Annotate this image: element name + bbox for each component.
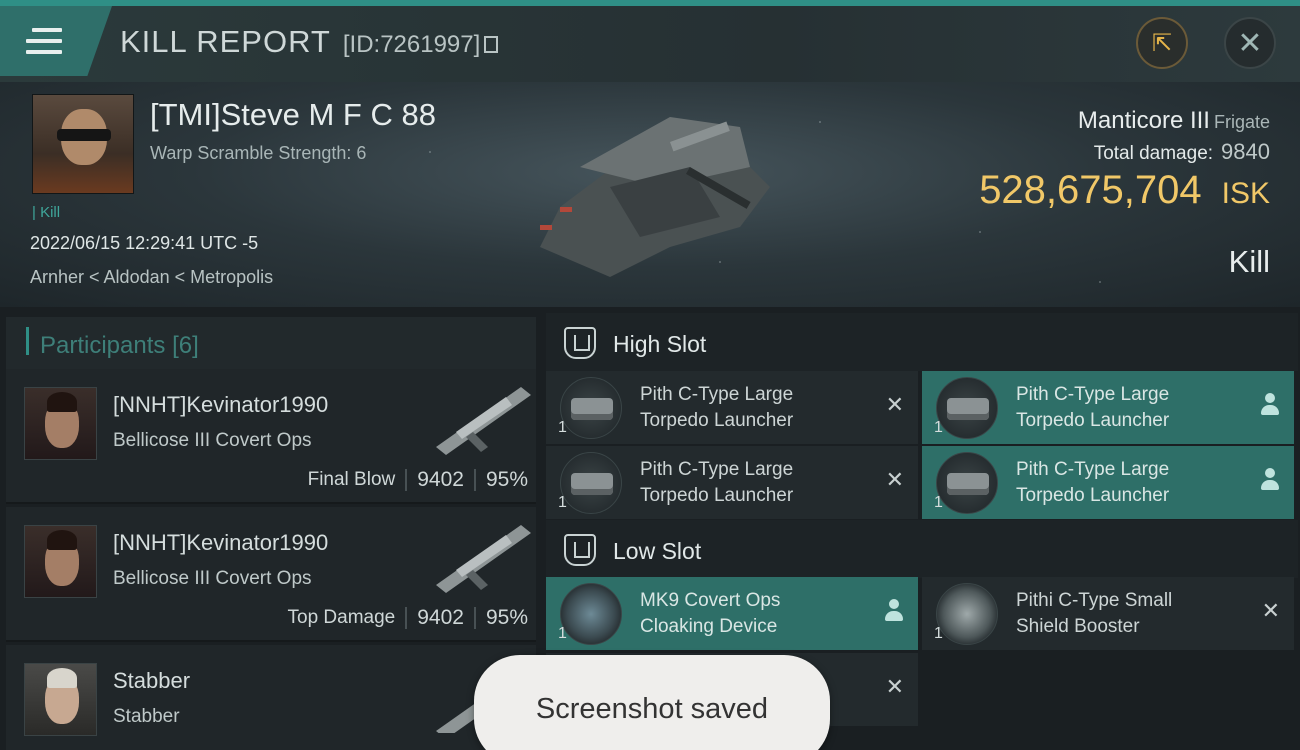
module-item[interactable]: 1 Pith C-Type Large Torpedo Launcher ✕ xyxy=(546,446,918,519)
module-quantity: 1 xyxy=(934,419,943,436)
toast-text: Screenshot saved xyxy=(535,693,769,725)
victim-name[interactable]: [TMI]Steve M F C 88 xyxy=(150,97,436,133)
participant-ship: Bellicose III Covert Ops xyxy=(113,568,312,589)
title-text: KILL REPORT xyxy=(120,24,331,59)
high-slot-label: High Slot xyxy=(613,331,707,357)
participant-card[interactable]: Stabber Stabber xyxy=(6,645,536,750)
header: KILL REPORT [ID:7261997] ⇱ ✕ xyxy=(0,6,1300,82)
ship-class: Frigate xyxy=(1213,112,1270,132)
participant-percent: 95% xyxy=(485,606,528,629)
module-item[interactable]: 1 Pith C-Type Large Torpedo Launcher ✕ xyxy=(546,371,918,444)
weapon-icon xyxy=(436,525,531,593)
module-name: Pithi C-Type Small Shield Booster xyxy=(1016,590,1173,637)
high-slot-icon xyxy=(564,327,596,359)
destroyed-icon: ✕ xyxy=(885,393,904,418)
module-quantity: 1 xyxy=(934,494,943,511)
toast-notification: Screenshot saved xyxy=(474,655,830,750)
participant-role: Final Blow xyxy=(307,469,396,490)
copy-icon[interactable] xyxy=(484,36,499,53)
victim-ship[interactable]: Manticore III Frigate xyxy=(1078,107,1270,135)
participants-title: Participants [6] xyxy=(40,332,199,359)
share-button[interactable]: ⇱ xyxy=(1136,17,1188,69)
participants-header[interactable]: Participants [6] xyxy=(6,317,536,369)
module-item[interactable]: 1 MK9 Covert Ops Cloaking Device xyxy=(546,577,918,650)
participant-damage: 9402 xyxy=(417,606,464,629)
low-slot-header: Low Slot xyxy=(546,520,1298,578)
close-button[interactable]: ✕ xyxy=(1224,17,1276,69)
participant-percent: 95% xyxy=(485,468,528,491)
warp-scramble-strength: Warp Scramble Strength: 6 xyxy=(150,143,367,163)
kill-location: Arnher < Aldodan < Metropolis xyxy=(30,267,274,287)
module-quantity: 1 xyxy=(558,625,567,642)
participant-portrait[interactable] xyxy=(24,525,97,598)
destroyed-icon: ✕ xyxy=(1261,599,1280,624)
participant-role: Top Damage xyxy=(287,607,396,628)
person-icon xyxy=(884,599,904,623)
participant-name: [NNHT]Kevinator1990 xyxy=(113,392,329,417)
kill-tag: | Kill xyxy=(32,204,61,221)
torpedo-launcher-icon xyxy=(936,452,998,514)
high-slot-header: High Slot xyxy=(546,313,1298,371)
participant-stats: Final Blow 9402 95% xyxy=(308,468,528,492)
module-name: MK9 Covert Ops Cloaking Device xyxy=(640,590,781,637)
cloaking-device-icon xyxy=(560,583,622,645)
module-name: Pith C-Type Large Torpedo Launcher xyxy=(640,459,794,506)
kill-id: [ID:7261997] xyxy=(342,31,481,58)
participant-ship: Bellicose III Covert Ops xyxy=(113,430,312,451)
participant-damage: 9402 xyxy=(417,468,464,491)
module-item[interactable]: 1 Pithi C-Type Small Shield Booster ✕ xyxy=(922,577,1294,650)
participant-name: [NNHT]Kevinator1990 xyxy=(113,530,329,555)
person-icon xyxy=(1260,468,1280,492)
participant-stats: Top Damage 9402 95% xyxy=(288,606,528,630)
victim-banner: [TMI]Steve M F C 88 Warp Scramble Streng… xyxy=(0,82,1300,307)
shield-booster-icon xyxy=(936,583,998,645)
module-name: Pith C-Type Large Torpedo Launcher xyxy=(640,384,794,431)
close-icon: ✕ xyxy=(1237,25,1263,61)
kill-outcome: Kill xyxy=(1228,244,1270,279)
share-icon: ⇱ xyxy=(1151,29,1173,57)
participant-portrait[interactable] xyxy=(24,387,97,460)
page-title: KILL REPORT [ID:7261997] xyxy=(120,24,499,60)
participant-portrait[interactable] xyxy=(24,663,97,736)
module-item[interactable]: 1 Pith C-Type Large Torpedo Launcher xyxy=(922,371,1294,444)
torpedo-launcher-icon xyxy=(560,452,622,514)
hamburger-icon xyxy=(26,28,62,54)
participant-ship: Stabber xyxy=(113,706,180,727)
kill-report-window: KILL REPORT [ID:7261997] ⇱ ✕ [TMI]Steve M… xyxy=(0,0,1300,750)
low-slot-icon xyxy=(564,534,596,566)
module-quantity: 1 xyxy=(558,494,567,511)
module-quantity: 1 xyxy=(934,625,943,642)
participant-card[interactable]: [NNHT]Kevinator1990 Bellicose III Covert… xyxy=(6,369,536,504)
victim-portrait[interactable] xyxy=(32,94,134,194)
kill-datetime: 2022/06/15 12:29:41 UTC -5 xyxy=(30,233,259,253)
participant-name: Stabber xyxy=(113,668,191,693)
total-damage: Total damage: 9840 xyxy=(1093,139,1270,164)
weapon-icon xyxy=(436,387,531,455)
participant-card[interactable]: [NNHT]Kevinator1990 Bellicose III Covert… xyxy=(6,507,536,642)
low-slot-label: Low Slot xyxy=(613,538,702,564)
torpedo-launcher-icon xyxy=(560,377,622,439)
module-name: Pith C-Type Large Torpedo Launcher xyxy=(1016,384,1170,431)
ship-image xyxy=(540,117,770,277)
destroyed-icon: ✕ xyxy=(885,468,904,493)
module-item[interactable]: 1 Pith C-Type Large Torpedo Launcher xyxy=(922,446,1294,519)
destroyed-icon: ✕ xyxy=(885,675,904,700)
torpedo-launcher-icon xyxy=(936,377,998,439)
participants-panel: Participants [6] [NNHT]Kevinator1990 Bel… xyxy=(0,307,542,750)
person-icon xyxy=(1260,393,1280,417)
module-quantity: 1 xyxy=(558,419,567,436)
menu-button[interactable] xyxy=(0,6,112,76)
module-name: Pith C-Type Large Torpedo Launcher xyxy=(1016,459,1170,506)
isk-value: 528,675,704 ISK xyxy=(979,168,1270,212)
